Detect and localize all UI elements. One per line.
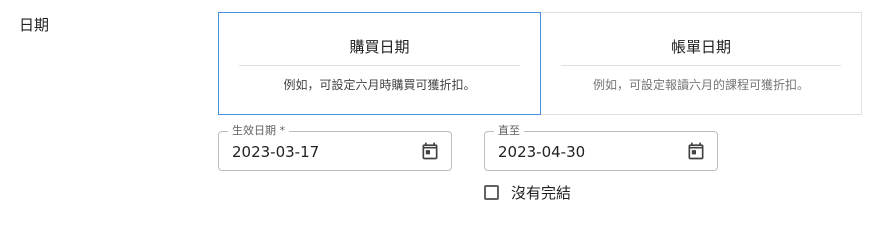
date-settings-panel: 日期 購買日期 例如，可設定六月時購買可獲折扣。 帳單日期 例如，可設定報讀六月… xyxy=(0,0,883,209)
date-type-selector: 購買日期 例如，可設定六月時購買可獲折扣。 帳單日期 例如，可設定報讀六月的課程… xyxy=(218,12,862,115)
calendar-icon[interactable] xyxy=(420,141,440,161)
end-date-label: 直至 xyxy=(494,124,524,138)
option-divider xyxy=(239,65,520,66)
option-title: 帳單日期 xyxy=(670,38,731,56)
start-date-value[interactable]: 2023-03-17 xyxy=(232,143,319,161)
no-end-label: 沒有完結 xyxy=(511,183,572,202)
section-label: 日期 xyxy=(19,16,50,34)
no-end-checkbox-row[interactable]: 沒有完結 xyxy=(484,181,571,203)
start-date-label: 生效日期 * xyxy=(228,124,289,138)
end-date-value[interactable]: 2023-04-30 xyxy=(498,143,585,161)
option-billing-date[interactable]: 帳單日期 例如，可設定報讀六月的課程可獲折扣。 xyxy=(540,12,862,115)
option-purchase-date[interactable]: 購買日期 例如，可設定六月時購買可獲折扣。 xyxy=(218,12,541,115)
start-date-field[interactable]: 生效日期 * 2023-03-17 xyxy=(218,124,452,171)
calendar-icon[interactable] xyxy=(686,141,706,161)
option-description: 例如，可設定報讀六月的課程可獲折扣。 xyxy=(592,78,809,92)
option-divider xyxy=(561,65,841,66)
no-end-checkbox[interactable] xyxy=(484,184,499,200)
option-title: 購買日期 xyxy=(349,38,410,56)
end-date-field[interactable]: 直至 2023-04-30 xyxy=(484,124,718,171)
option-description: 例如，可設定六月時購買可獲折扣。 xyxy=(283,78,476,92)
